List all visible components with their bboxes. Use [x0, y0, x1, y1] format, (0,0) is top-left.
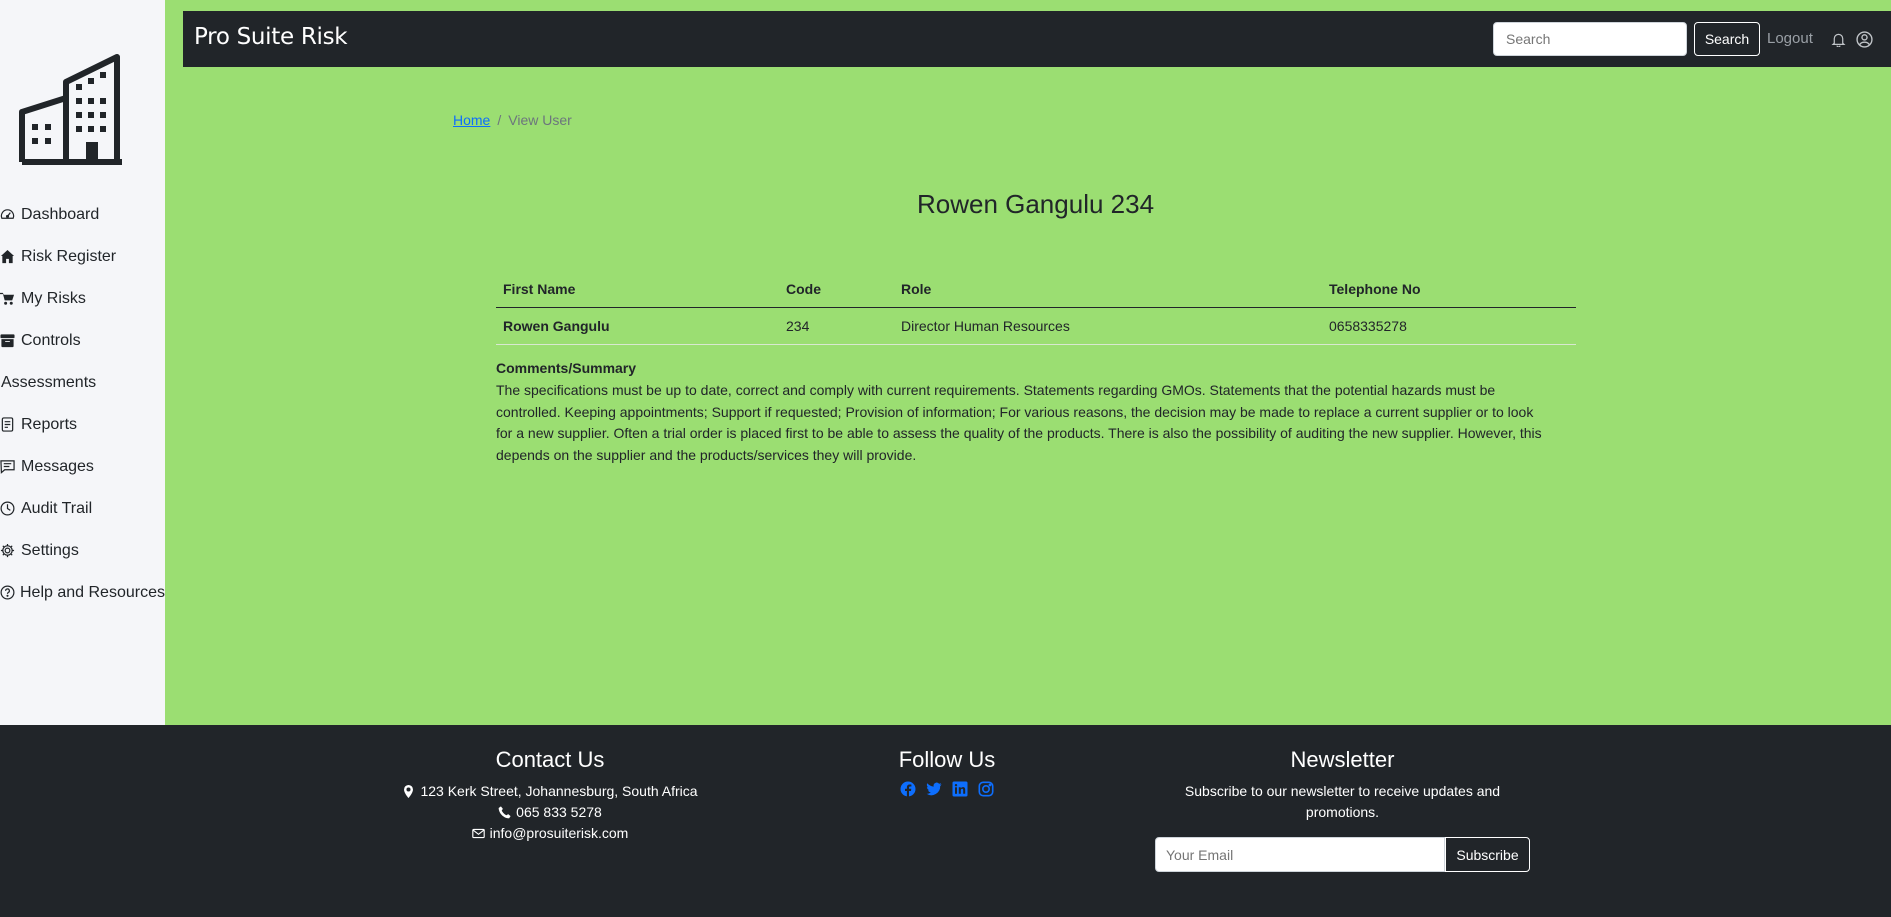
email-line: info@prosuiterisk.com [400, 823, 700, 844]
sidebar-item-controls[interactable]: Controls [0, 328, 165, 370]
cart-icon [0, 286, 21, 311]
sidebar-item-help-text: Help and Resources [0, 580, 165, 605]
social-links [880, 781, 1014, 797]
building-logo-icon [19, 54, 122, 165]
column-header-telephone: Telephone No [1322, 272, 1576, 308]
search-button[interactable]: Search [1694, 22, 1760, 56]
speedometer-icon [0, 202, 21, 227]
comments-title: Comments/Summary [496, 360, 637, 376]
breadcrumb: Home / View User [453, 112, 572, 128]
user-table: First Name Code Role Telephone No Rowen … [496, 272, 1576, 345]
newsletter-text: Subscribe to our newsletter to receive u… [1184, 783, 1501, 820]
sidebar-item-label: My Risks [21, 290, 86, 307]
brand-title[interactable]: Pro Suite Risk [194, 24, 348, 50]
sidebar-item-label: Risk Register [21, 248, 117, 265]
breadcrumb-current: View User [508, 112, 572, 128]
cell-code: 234 [779, 307, 894, 345]
comments-section: Comments/Summary The specifications must… [496, 358, 1546, 467]
cell-telephone: 0658335278 [1322, 307, 1576, 345]
sidebar: Dashboard Risk Register My Risks Control… [0, 0, 165, 725]
newsletter-form: Subscribe [1155, 837, 1530, 872]
newsletter-title: Newsletter [1290, 747, 1395, 772]
sidebar-item-settings[interactable]: Settings [0, 538, 165, 580]
phone-text: 065 833 5278 [516, 804, 602, 820]
table-row: Rowen Gangulu 234 Director Human Resourc… [496, 307, 1576, 345]
top-navbar: Pro Suite Risk Search Logout [183, 11, 1891, 67]
footer-contact: Contact Us 123 Kerk Street, Johannesburg… [400, 747, 700, 844]
sidebar-nav: Dashboard Risk Register My Risks Control… [0, 202, 165, 636]
file-text-icon [0, 412, 21, 437]
address-text: 123 Kerk Street, Johannesburg, South Afr… [420, 783, 698, 799]
sidebar-item-label: Assessments [1, 374, 97, 391]
follow-title: Follow Us [898, 747, 996, 772]
archive-icon [0, 328, 21, 353]
sidebar-item-reports[interactable]: Reports [0, 412, 165, 454]
sidebar-item-messages[interactable]: Messages [0, 454, 165, 496]
question-circle-icon [0, 583, 20, 603]
phone-icon [498, 806, 511, 819]
email-text[interactable]: info@prosuiterisk.com [490, 823, 629, 844]
footer-follow: Follow Us [880, 747, 1014, 797]
table-header-row: First Name Code Role Telephone No [496, 272, 1576, 308]
cell-role: Director Human Resources [894, 307, 1322, 345]
sidebar-item-label: Settings [21, 542, 79, 559]
map-pin-icon [404, 785, 414, 798]
footer: Contact Us 123 Kerk Street, Johannesburg… [0, 725, 1891, 917]
instagram-icon[interactable] [978, 781, 994, 797]
cell-first-name: Rowen Gangulu [496, 307, 779, 345]
column-header-code: Code [779, 272, 894, 308]
newsletter-email-input[interactable] [1155, 837, 1445, 872]
sidebar-item-my-risks[interactable]: My Risks [0, 286, 165, 328]
breadcrumb-separator: / [497, 112, 502, 128]
clock-icon [0, 496, 21, 521]
twitter-icon[interactable] [926, 781, 942, 797]
envelope-icon [471, 828, 485, 839]
sidebar-item-label: Dashboard [21, 206, 100, 223]
sidebar-item-label: Audit Trail [21, 500, 93, 517]
address-line: 123 Kerk Street, Johannesburg, South Afr… [400, 781, 700, 802]
contact-title: Contact Us [495, 747, 605, 772]
subscribe-button[interactable]: Subscribe [1445, 837, 1530, 872]
sidebar-item-help[interactable]: Help and Resources [0, 580, 165, 636]
house-icon [0, 244, 21, 269]
column-header-first-name: First Name [496, 272, 779, 308]
sidebar-item-assessments[interactable]: Assessments [0, 370, 165, 412]
search-input[interactable] [1493, 22, 1687, 56]
page-title: Rowen Gangulu 234 [916, 189, 1155, 219]
column-header-role: Role [894, 272, 1322, 308]
sidebar-item-label: Help and Resources [20, 584, 165, 601]
breadcrumb-home-link[interactable]: Home [453, 112, 490, 128]
logout-link[interactable]: Logout [1767, 30, 1813, 47]
footer-newsletter: Newsletter Subscribe to our newsletter t… [1155, 747, 1530, 872]
gear-icon [0, 538, 21, 563]
chat-icon [0, 454, 21, 479]
sidebar-item-label: Messages [21, 458, 94, 475]
user-circle-icon[interactable] [1856, 31, 1873, 48]
sidebar-item-audit-trail[interactable]: Audit Trail [0, 496, 165, 538]
phone-line: 065 833 5278 [400, 802, 700, 823]
bell-icon[interactable] [1831, 32, 1846, 47]
comments-text: The specifications must be up to date, c… [496, 381, 1542, 464]
sidebar-item-label: Reports [21, 416, 78, 433]
sidebar-item-risk-register[interactable]: Risk Register [0, 244, 165, 286]
facebook-icon[interactable] [900, 781, 916, 797]
sidebar-item-dashboard[interactable]: Dashboard [0, 202, 165, 244]
sidebar-item-label: Controls [21, 332, 81, 349]
linkedin-icon[interactable] [952, 781, 968, 797]
